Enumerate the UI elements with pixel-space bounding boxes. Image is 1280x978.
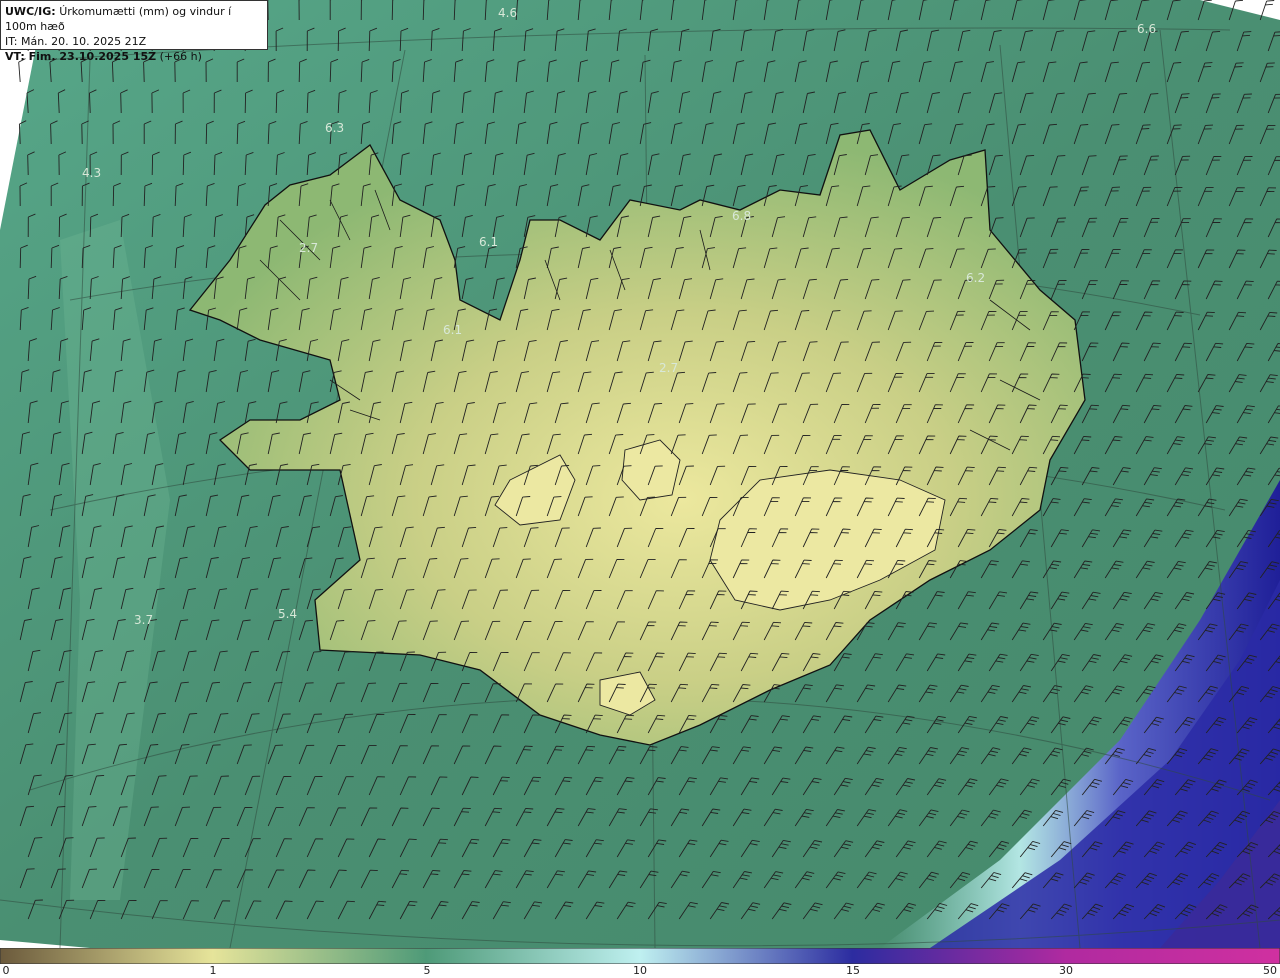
map-value: 4.6 (498, 6, 517, 20)
map-value: 2.7 (299, 241, 318, 255)
map-value: 6.1 (479, 235, 498, 249)
colorbar-tick: 50 (1263, 964, 1277, 977)
model-code: UWC/IG: (5, 5, 56, 18)
valid-line: VT: Fim. 23.10.2025 15Z (+66 h) (5, 49, 263, 64)
colorbar-strip (0, 948, 1280, 964)
map-value: 6.6 (1137, 22, 1156, 36)
init-time: IT: Mán. 20. 10. 2025 21Z (5, 35, 147, 48)
map-value: 3.7 (134, 613, 153, 627)
lead-time: (+66 h) (159, 50, 202, 63)
forecast-info-box: UWC/IG: Úrkomumætti (mm) og vindur í 100… (0, 0, 268, 63)
colorbar-tick: 15 (846, 964, 860, 977)
map-value: 6.2 (966, 271, 985, 285)
colorbar-tick: 1 (209, 964, 217, 977)
map-value: 2.7 (659, 361, 678, 375)
valid-time: VT: Fim. 23.10.2025 15Z (5, 50, 157, 63)
colorbar-tick: 5 (423, 964, 431, 977)
map-value: 4.3 (82, 166, 101, 180)
map-value: 6.8 (732, 209, 751, 223)
forecast-map: 4.6 6.6 6.3 4.3 2.7 6.1 6.8 6.2 6.1 2.7 … (0, 0, 1280, 948)
colorbar-tick: 10 (633, 964, 647, 977)
colorbar: 0 1 5 10 15 30 50 (0, 948, 1280, 978)
map-value: 6.1 (443, 323, 462, 337)
map-value: 6.3 (325, 121, 344, 135)
title-line: UWC/IG: Úrkomumætti (mm) og vindur í 100… (5, 4, 263, 34)
map-value: 5.4 (278, 607, 297, 621)
colorbar-tick: 0 (2, 964, 10, 977)
colorbar-tick: 30 (1059, 964, 1073, 977)
